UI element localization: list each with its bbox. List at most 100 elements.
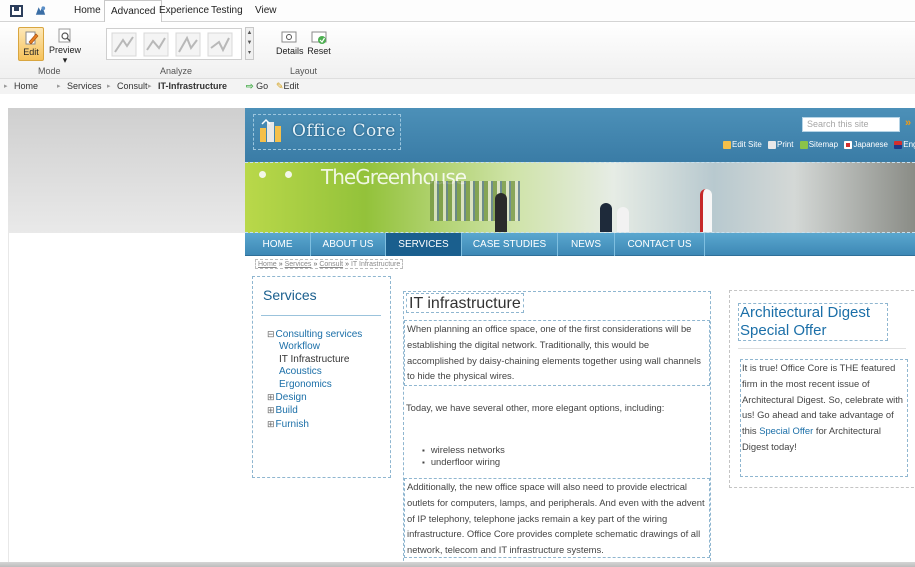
tree-item-ergonomics[interactable]: Ergonomics [267, 379, 362, 391]
tree-item-furnish[interactable]: ⊞Furnish [267, 418, 362, 431]
site-header: Office Core Search this site » Edit Site… [245, 108, 915, 162]
edit-site-link[interactable]: Edit Site [723, 140, 762, 149]
site-tools: Edit Site Print Sitemap Japanese Engl [723, 140, 915, 149]
nav-home[interactable]: HOME [245, 233, 311, 256]
website-preview: Office Core Search this site » Edit Site… [245, 108, 915, 564]
arrow-right-icon: ⇨ [246, 81, 254, 91]
layout-thumbnail-icon[interactable] [175, 32, 201, 57]
nav-news[interactable]: NEWS [558, 233, 615, 256]
canvas-bottom-edge [0, 562, 915, 567]
tab-home[interactable]: Home [68, 0, 107, 22]
chevron-down-icon[interactable]: ▼ [246, 38, 253, 48]
expand-icon[interactable]: ▾ [246, 48, 253, 58]
content-paragraph[interactable]: Additionally, the new office space will … [404, 478, 710, 558]
site-logo-text: Office Core [292, 121, 396, 141]
chevron-down-icon: ▾ [62, 55, 68, 65]
ribbon: Home Advanced Experience Testing View Ed… [0, 0, 915, 94]
preview-button[interactable]: Preview ▾ [46, 28, 84, 65]
go-button[interactable]: ⇨ Go [246, 79, 268, 94]
search-go-icon[interactable]: » [905, 117, 915, 132]
analyze-gallery[interactable] [106, 28, 242, 60]
layout-group-label: Layout [290, 66, 318, 76]
layout-thumbnail-icon[interactable] [111, 32, 137, 57]
edit-icon: ✎ [276, 81, 284, 91]
breadcrumb-services[interactable]: Services [285, 261, 312, 268]
special-offer-link[interactable]: Special Offer [759, 425, 813, 436]
site-logo[interactable]: Office Core [253, 114, 401, 150]
tab-view[interactable]: View [249, 0, 283, 22]
banner-decoration [259, 171, 266, 178]
tree-item-acoustics[interactable]: Acoustics [267, 366, 362, 378]
japan-flag-icon [844, 140, 853, 149]
content-bullet-list: wireless networks underfloor wiring [422, 444, 505, 468]
nav-contact-us[interactable]: CONTACT US [615, 233, 705, 256]
site-nav: HOME ABOUT US SERVICES CASE STUDIES NEWS… [245, 233, 915, 256]
tree-item-it-infrastructure[interactable]: IT Infrastructure [267, 354, 362, 366]
gallery-scroll[interactable]: ▲ ▼ ▾ [245, 27, 254, 60]
path-item-current[interactable]: IT-Infrastructure [158, 79, 227, 94]
divider [261, 315, 381, 316]
chevron-right-icon: ▸ [107, 83, 111, 90]
reset-button[interactable]: Reset [306, 29, 332, 63]
item-path-bar: ▸ Home ▸ Services ▸ Consult ▸ IT-Infrast… [0, 78, 915, 94]
chevron-right-icon: ▸ [4, 83, 8, 90]
edit-label: Edit [23, 47, 39, 57]
analyze-group-label: Analyze [160, 66, 193, 76]
banner-person [617, 207, 629, 232]
page-background-shade [8, 108, 245, 233]
breadcrumb-separator: » [278, 261, 283, 268]
layout-thumbnail-icon[interactable] [207, 32, 233, 57]
expand-icon[interactable]: ⊞ [267, 419, 275, 429]
site-search-input[interactable]: Search this site [802, 117, 900, 132]
content-title[interactable]: IT infrastructure [406, 293, 524, 313]
banner-person [495, 193, 507, 232]
tree-item-design[interactable]: ⊞Design [267, 391, 362, 404]
tab-testing[interactable]: Testing [205, 0, 249, 22]
nav-services[interactable]: SERVICES [386, 233, 462, 256]
canvas-top [0, 95, 915, 108]
content-paragraph[interactable]: When planning an office space, one of th… [404, 320, 710, 386]
details-button[interactable]: Details [276, 29, 304, 63]
nav-about-us[interactable]: ABOUT US [311, 233, 386, 256]
expand-icon[interactable]: ⊞ [267, 405, 275, 415]
nav-case-studies[interactable]: CASE STUDIES [462, 233, 558, 256]
path-edit-button[interactable]: ✎Edit [276, 79, 299, 94]
breadcrumb-separator: » [345, 261, 349, 268]
promo-text[interactable]: It is true! Office Core is THE featured … [740, 359, 908, 477]
list-item: underfloor wiring [422, 456, 505, 468]
edit-mode-button[interactable]: Edit [18, 27, 44, 61]
sitemap-link[interactable]: Sitemap [799, 140, 838, 149]
chevron-right-icon: ▸ [57, 83, 61, 90]
details-label: Details [276, 46, 304, 56]
preview-label: Preview [48, 45, 81, 55]
path-item-services[interactable]: Services [67, 79, 102, 94]
services-sidebar: Services ⊟Consulting services Workflow I… [252, 276, 391, 478]
breadcrumb-home[interactable]: Home [258, 261, 277, 268]
tree-item-build[interactable]: ⊞Build [267, 404, 362, 417]
banner-person [600, 203, 612, 232]
list-item: wireless networks [422, 444, 505, 456]
content-paragraph[interactable]: Today, we have several other, more elega… [404, 400, 710, 416]
divider [738, 348, 906, 349]
breadcrumb-separator: » [313, 261, 318, 268]
promo-title[interactable]: Architectural Digest Special Offer [738, 303, 888, 341]
breadcrumb-consult[interactable]: Consult [319, 261, 343, 268]
path-item-consult[interactable]: Consult [117, 79, 148, 94]
path-item-home[interactable]: Home [14, 79, 38, 94]
services-tree: ⊟Consulting services Workflow IT Infrast… [267, 328, 362, 431]
tree-item-workflow[interactable]: Workflow [267, 341, 362, 353]
english-link[interactable]: Engl [894, 140, 915, 149]
japanese-link[interactable]: Japanese [844, 140, 888, 149]
sitecore-logo-icon[interactable] [34, 5, 47, 17]
chevron-up-icon[interactable]: ▲ [246, 28, 253, 38]
tree-item-consulting[interactable]: ⊟Consulting services [267, 328, 362, 341]
save-icon[interactable] [10, 5, 23, 17]
layout-thumbnail-icon[interactable] [143, 32, 169, 57]
reset-icon [311, 31, 327, 44]
main-content: IT infrastructure When planning an offic… [403, 291, 711, 564]
page-background [8, 233, 245, 567]
print-link[interactable]: Print [768, 140, 793, 149]
expand-icon[interactable]: ⊞ [267, 392, 275, 402]
sidebar-title: Services [263, 287, 317, 303]
collapse-icon[interactable]: ⊟ [267, 329, 275, 339]
